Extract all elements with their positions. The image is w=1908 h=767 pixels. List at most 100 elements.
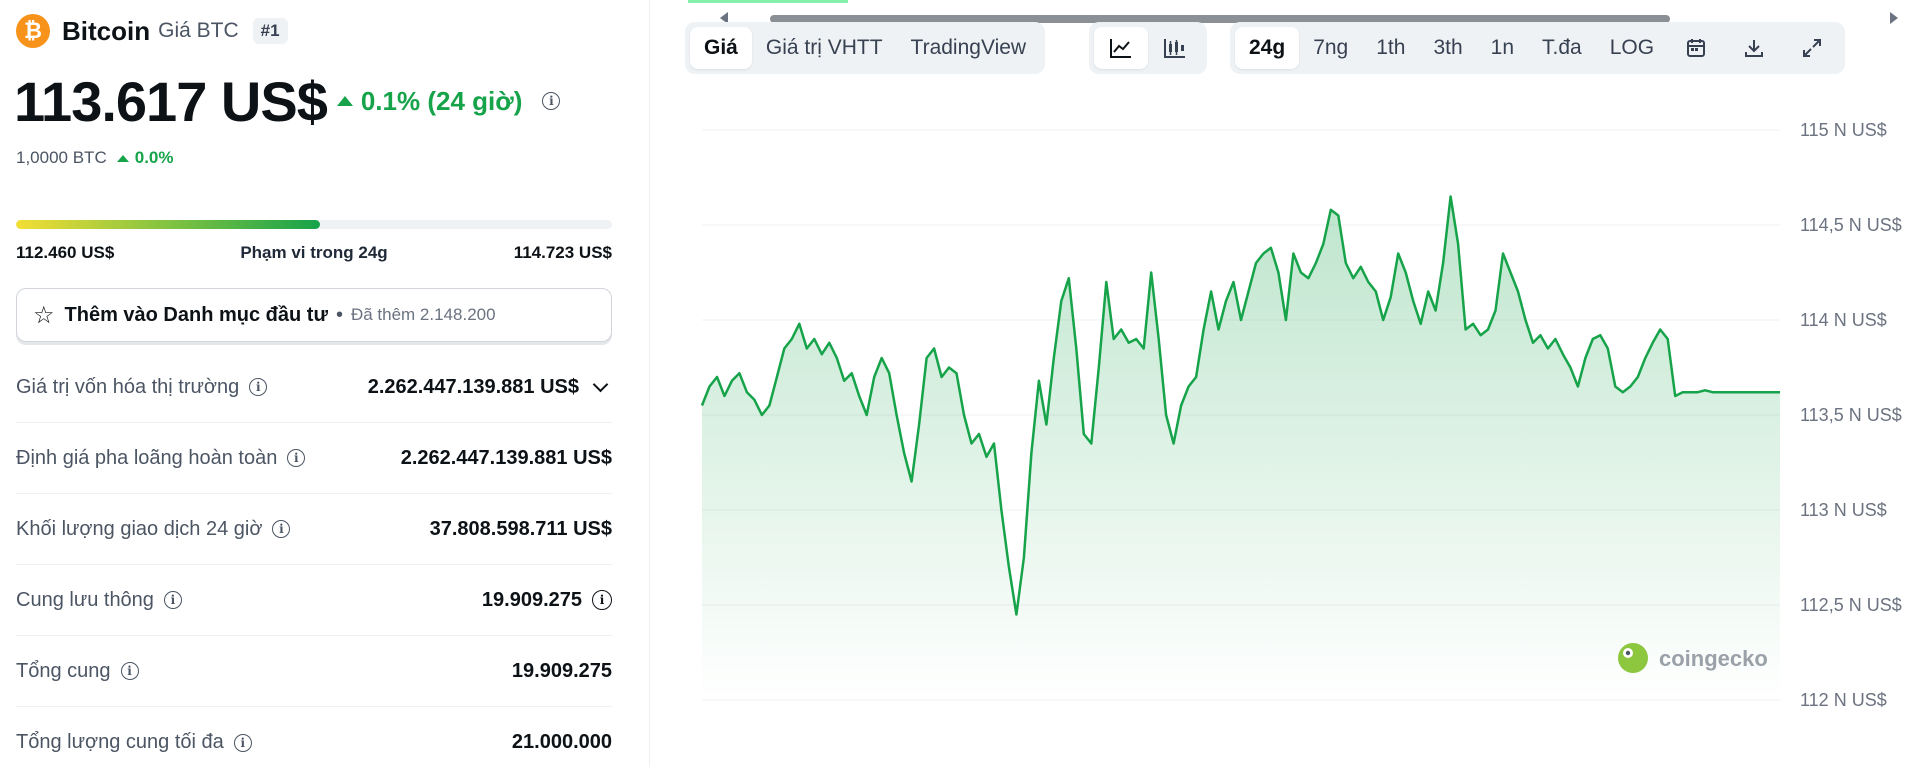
stat-value-text: 19.909.275 [511, 659, 612, 682]
stat-label: Khối lượng giao dịch 24 giờ i [16, 517, 291, 541]
caret-up-icon [116, 154, 129, 162]
range-high: 114.723 US$ [513, 243, 612, 262]
price-row: 113.617 US$ 0.1% (24 giờ) i [14, 66, 561, 136]
chart-range-tabs: 24g 7ng 1th 3th 1n T.đa LOG [1230, 22, 1846, 74]
stat-row-circulating-supply: Cung lưu thông i 19.909.275 i [16, 565, 612, 636]
stat-value: 2.262.447.139.881 US$ [401, 447, 612, 470]
coin-name: Bitcoin [62, 15, 151, 46]
chart-panel: Giá Giá trị VHTT TradingView 24g 7ng 1th… [680, 0, 1908, 767]
caret-up-icon [336, 96, 353, 106]
info-icon[interactable]: i [233, 733, 252, 752]
stat-row-max-supply: Tổng lượng cung tối đa i 21.000.000 [16, 707, 612, 767]
info-icon[interactable]: i [287, 449, 306, 467]
coin-summary-panel: ₿ Bitcoin Giá BTC #1 113.617 US$ 0.1% (2… [0, 0, 650, 767]
candlestick-chart-icon[interactable] [1148, 27, 1202, 69]
stat-label: Giá trị vốn hóa thị trường i [16, 375, 268, 399]
tab-3m[interactable]: 3th [1419, 27, 1476, 69]
stat-label-text: Tổng lượng cung tối đa [16, 731, 224, 753]
stat-label: Định giá pha loãng hoàn toàn i [16, 446, 306, 470]
stat-value-text: 2.262.447.139.881 US$ [367, 375, 579, 398]
info-icon[interactable]: i [120, 662, 139, 680]
stat-value: 2.262.447.139.881 US$ [368, 376, 612, 399]
tab-price[interactable]: Giá [690, 27, 752, 69]
stat-value: 19.909.275 [512, 660, 612, 683]
stat-value: 21.000.000 [512, 731, 612, 754]
tab-max[interactable]: T.đa [1528, 27, 1596, 69]
scroll-right-arrow-icon[interactable] [1890, 12, 1898, 24]
stat-label: Tổng cung i [16, 660, 139, 683]
y-tick-label: 113 N US$ [1800, 500, 1887, 520]
add-to-portfolio-button[interactable]: ☆ Thêm vào Danh mục đầu tư • Đã thêm 2.1… [16, 288, 612, 342]
chart-view-tabs: Giá Giá trị VHTT TradingView [685, 22, 1046, 74]
stat-value-text: 37.808.598.711 US$ [429, 517, 612, 540]
coingecko-watermark: coingecko [1618, 643, 1768, 673]
range-bar-fill [16, 220, 320, 229]
stat-label-text: Khối lượng giao dịch 24 giờ [16, 517, 263, 540]
info-icon[interactable]: i [592, 590, 612, 610]
portfolio-count: Đã thêm 2.148.200 [350, 305, 496, 324]
stat-value-text: 21.000.000 [511, 731, 612, 753]
download-icon[interactable] [1724, 27, 1784, 69]
y-tick-label: 112 N US$ [1800, 690, 1887, 710]
stats-list: Giá trị vốn hóa thị trường i 2.262.447.1… [16, 352, 612, 767]
tab-tradingview[interactable]: TradingView [897, 27, 1041, 69]
price-chart: 112 N US$ 112,5 N US$ 113 N US$ 113,5 N US$… [700, 120, 1902, 710]
y-tick-label: 112,5 N US$ [1800, 595, 1902, 615]
coingecko-pupil-icon [1625, 650, 1631, 656]
y-tick-label: 115 N US$ [1800, 120, 1887, 140]
tab-24h[interactable]: 24g [1235, 27, 1300, 69]
y-tick-label: 114,5 N US$ [1800, 215, 1902, 235]
watermark-text: coingecko [1659, 646, 1768, 671]
tab-1y[interactable]: 1n [1477, 27, 1528, 69]
coingecko-logo-icon [1618, 643, 1648, 673]
stat-value-text: 19.909.275 [481, 588, 582, 611]
stat-value-text: 2.262.447.139.881 US$ [400, 446, 612, 469]
btc-value: 1,0000 BTC [16, 148, 107, 167]
y-tick-label: 114 N US$ [1800, 310, 1887, 330]
stat-label: Cung lưu thông i [16, 589, 182, 612]
info-icon[interactable]: i [272, 520, 291, 538]
tab-7d[interactable]: 7ng [1299, 27, 1362, 69]
info-icon[interactable]: i [542, 92, 561, 110]
range-labels: 112.460 US$ Phạm vi trong 24g 114.723 US… [16, 243, 612, 263]
chart-type-toggle [1089, 22, 1207, 74]
stat-label-text: Định giá pha loãng hoàn toàn [16, 446, 278, 469]
range-low: 112.460 US$ [16, 243, 115, 262]
y-tick-label: 113,5 N US$ [1800, 405, 1902, 425]
info-icon[interactable]: i [249, 378, 268, 396]
range-bar-24h [16, 220, 612, 229]
tab-log[interactable]: LOG [1596, 27, 1668, 69]
price-change-text: 0.1% (24 giờ) [360, 85, 523, 116]
price-change-24h: 0.1% (24 giờ) [336, 85, 523, 117]
coin-ticker: Giá BTC [158, 19, 239, 42]
info-icon[interactable]: i [163, 591, 182, 609]
add-to-portfolio-label: Thêm vào Danh mục đầu tư [64, 303, 328, 326]
stat-value: 37.808.598.711 US$ [430, 518, 612, 541]
btc-change-text: 0.0% [134, 148, 174, 167]
stat-label-text: Tổng cung [16, 659, 111, 682]
tab-highlight [688, 0, 848, 3]
current-price: 113.617 US$ [14, 69, 328, 133]
line-chart-icon[interactable] [1094, 27, 1148, 69]
stat-value: 19.909.275 i [482, 589, 612, 612]
stat-label: Tổng lượng cung tối đa i [16, 731, 252, 754]
tab-1m[interactable]: 1th [1362, 27, 1419, 69]
calendar-icon[interactable] [1668, 27, 1724, 69]
stat-label-text: Cung lưu thông [16, 588, 154, 611]
stat-label-text: Giá trị vốn hóa thị trường [16, 375, 240, 398]
range-label: Phạm vi trong 24g [240, 243, 388, 262]
rank-badge: #1 [252, 18, 288, 44]
chevron-down-icon[interactable] [592, 376, 609, 392]
price-area-fill [702, 196, 1780, 700]
tab-market-cap[interactable]: Giá trị VHTT [752, 27, 897, 69]
btc-conversion-row: 1,0000 BTC 0.0% [16, 148, 173, 168]
separator-dot: • [335, 303, 343, 326]
stat-row-market-cap: Giá trị vốn hóa thị trường i 2.262.447.1… [16, 352, 612, 423]
star-icon: ☆ [33, 301, 55, 329]
stat-row-volume-24h: Khối lượng giao dịch 24 giờ i 37.808.598… [16, 494, 612, 565]
bitcoin-logo-icon: ₿ [16, 14, 50, 48]
btc-change: 0.0% [116, 148, 174, 168]
stat-row-fdv: Định giá pha loãng hoàn toàn i 2.262.447… [16, 423, 612, 494]
fullscreen-icon[interactable] [1784, 27, 1840, 69]
coin-header: ₿ Bitcoin Giá BTC #1 [16, 13, 288, 49]
